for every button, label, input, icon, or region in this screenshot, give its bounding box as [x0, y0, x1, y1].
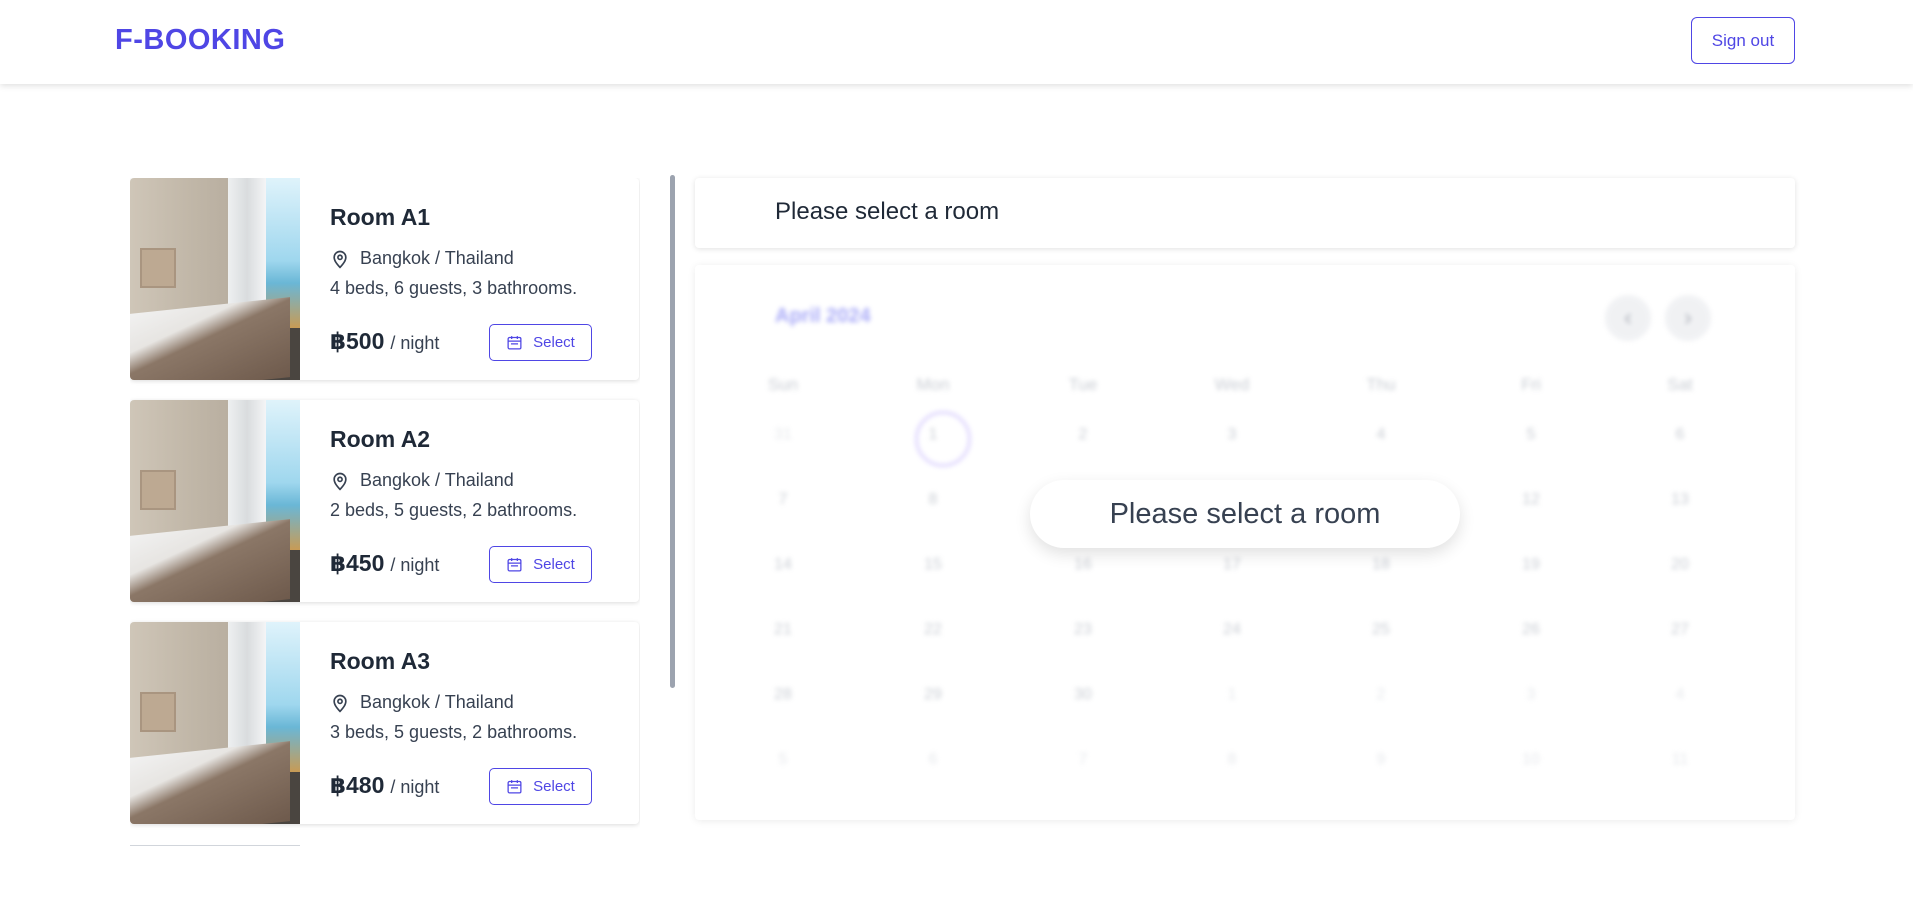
booking-header: Please select a room: [695, 178, 1795, 248]
select-button-label: Select: [533, 334, 575, 351]
room-description: 4 beds, 6 guests, 3 bathrooms.: [330, 278, 578, 298]
room-list-scrollbar[interactable]: [670, 175, 675, 688]
room-location-text: Bangkok / Thailand: [360, 248, 514, 268]
room-price: ฿480 / night: [330, 772, 439, 799]
calendar-day[interactable]: 6: [1620, 426, 1740, 444]
calendar-day[interactable]: 25: [1321, 621, 1441, 639]
calendar-day[interactable]: 7: [1023, 751, 1143, 769]
room-price: ฿500 / night: [330, 328, 439, 355]
room-name: Room A3: [330, 648, 431, 674]
calendar-day[interactable]: 15: [873, 556, 993, 574]
weekday-label: Fri: [1521, 375, 1541, 394]
weekday-label: Sun: [767, 375, 799, 394]
location-pin-icon: [333, 472, 347, 490]
calendar-day[interactable]: 1: [1172, 686, 1292, 704]
calendar-day[interactable]: 4: [1321, 426, 1441, 444]
calendar-day[interactable]: 4: [1620, 686, 1740, 704]
room-price: ฿450 / night: [330, 550, 439, 577]
calendar-day[interactable]: 17: [1172, 556, 1292, 574]
sign-out-button[interactable]: Sign out: [1691, 17, 1795, 64]
room-description: 3 beds, 5 guests, 2 bathrooms.: [330, 722, 578, 742]
weekday-label: Wed: [1214, 375, 1250, 394]
location-pin-icon: [333, 694, 347, 712]
room-location: Bangkok / Thailand: [330, 248, 514, 269]
calendar-day[interactable]: 20: [1620, 556, 1740, 574]
brand-logo[interactable]: F-BOOKING: [115, 24, 285, 57]
calendar-day[interactable]: 28: [723, 686, 843, 704]
price-unit: / night: [390, 333, 440, 353]
room-list[interactable]: Room A1 Bangkok / Thailand 4 beds, 6 gue…: [130, 178, 640, 848]
weekday-label: Sat: [1667, 375, 1693, 394]
room-location: Bangkok / Thailand: [330, 470, 514, 491]
calendar-day[interactable]: 31: [723, 426, 843, 444]
calendar-day[interactable]: 12: [1471, 491, 1591, 509]
navbar: F-BOOKING Sign out: [0, 0, 1913, 84]
room-card: Room A2 Bangkok / Thailand 2 beds, 5 gue…: [130, 400, 639, 602]
calendar-day[interactable]: 30: [1023, 686, 1143, 704]
calendar-day[interactable]: 2: [1023, 426, 1143, 444]
weekday-label: Thu: [1366, 375, 1396, 394]
calendar-day[interactable]: 1: [873, 426, 993, 444]
calendar-day[interactable]: 22: [873, 621, 993, 639]
calendar-day[interactable]: 7: [723, 491, 843, 509]
room-photo: [130, 178, 300, 380]
calendar-day[interactable]: 5: [1471, 426, 1591, 444]
select-room-overlay: Please select a room: [1030, 480, 1460, 548]
calendar-day[interactable]: 29: [873, 686, 993, 704]
room-location: Bangkok / Thailand: [330, 692, 514, 713]
room-card: Room A1 Bangkok / Thailand 4 beds, 6 gue…: [130, 178, 639, 380]
calendar-day[interactable]: 2: [1321, 686, 1441, 704]
calendar-day[interactable]: 10: [1471, 751, 1591, 769]
chevron-right-icon[interactable]: ›: [1665, 295, 1711, 341]
weekday-label: Tue: [1068, 375, 1098, 394]
calendar-day[interactable]: 18: [1321, 556, 1441, 574]
select-room-button[interactable]: Select: [489, 546, 592, 583]
room-name: Room A2: [330, 426, 431, 452]
price-unit: / night: [390, 777, 440, 797]
room-name: Room A1: [330, 204, 431, 230]
calendar-day[interactable]: 6: [873, 751, 993, 769]
room-card-partial: [130, 845, 300, 855]
room-location-text: Bangkok / Thailand: [360, 692, 514, 712]
select-room-button[interactable]: Select: [489, 324, 592, 361]
booking-header-text: Please select a room: [775, 198, 1000, 225]
select-button-label: Select: [533, 556, 575, 573]
calendar-day[interactable]: 5: [723, 751, 843, 769]
location-pin-icon: [333, 250, 347, 268]
calendar-month: April 2024: [775, 305, 871, 327]
calendar-day[interactable]: 9: [1321, 751, 1441, 769]
calendar-day[interactable]: 19: [1471, 556, 1591, 574]
room-card: Room A3 Bangkok / Thailand 3 beds, 5 gue…: [130, 622, 639, 824]
calendar-day[interactable]: 24: [1172, 621, 1292, 639]
calendar-icon: [507, 558, 522, 572]
room-location-text: Bangkok / Thailand: [360, 470, 514, 490]
room-photo: [130, 622, 300, 824]
weekday-label: Mon: [916, 375, 950, 394]
calendar-day[interactable]: 11: [1620, 751, 1740, 769]
room-photo: [130, 400, 300, 602]
price-amount: ฿480: [330, 772, 385, 798]
room-description: 2 beds, 5 guests, 2 bathrooms.: [330, 500, 578, 520]
price-amount: ฿500: [330, 328, 385, 354]
calendar-day[interactable]: 14: [723, 556, 843, 574]
calendar-day[interactable]: 8: [873, 491, 993, 509]
calendar-day[interactable]: 3: [1172, 426, 1292, 444]
select-room-button[interactable]: Select: [489, 768, 592, 805]
calendar-day[interactable]: 16: [1023, 556, 1143, 574]
select-button-label: Select: [533, 778, 575, 795]
calendar-day[interactable]: 26: [1471, 621, 1591, 639]
price-amount: ฿450: [330, 550, 385, 576]
calendar-day[interactable]: 23: [1023, 621, 1143, 639]
price-unit: / night: [390, 555, 440, 575]
calendar-day[interactable]: 13: [1620, 491, 1740, 509]
calendar-icon: [507, 336, 522, 350]
calendar-day[interactable]: 21: [723, 621, 843, 639]
calendar-day[interactable]: 8: [1172, 751, 1292, 769]
calendar-day[interactable]: 3: [1471, 686, 1591, 704]
calendar-icon: [507, 780, 522, 794]
chevron-left-icon[interactable]: ‹: [1605, 295, 1651, 341]
calendar-day[interactable]: 27: [1620, 621, 1740, 639]
